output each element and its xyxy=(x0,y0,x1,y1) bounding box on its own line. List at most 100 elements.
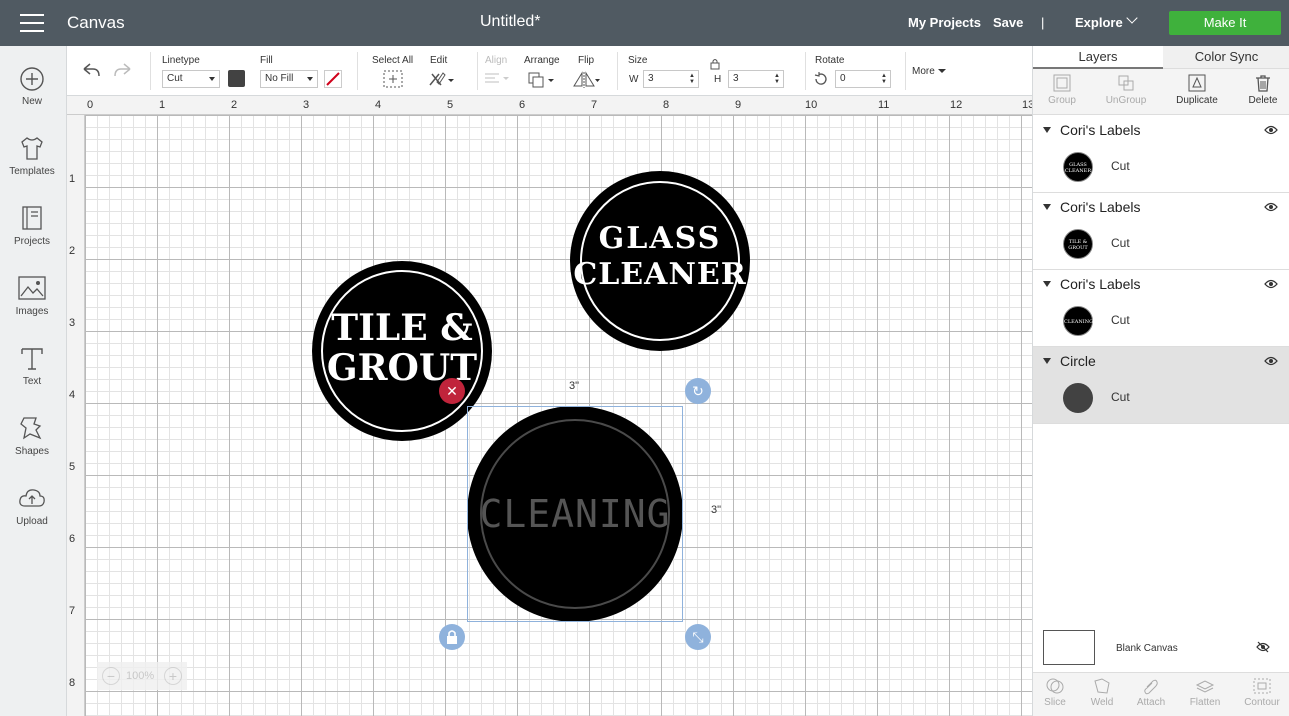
ruler-tick-label: 5 xyxy=(69,461,76,473)
sidebar-item-images[interactable]: Images xyxy=(0,274,64,317)
sidebar-item-projects[interactable]: Projects xyxy=(0,204,64,247)
sidebar-item-templates[interactable]: Templates xyxy=(0,134,64,177)
layer-thumbnail: GLASS CLEANER xyxy=(1063,152,1093,182)
caret-down-icon[interactable] xyxy=(1043,127,1051,133)
zoom-out-icon[interactable]: − xyxy=(102,667,120,685)
blank-canvas-row[interactable]: Blank Canvas xyxy=(1033,620,1289,670)
layer-group[interactable]: Cori's Labels GLASS CLEANER Cut xyxy=(1033,116,1289,193)
tab-color-sync[interactable]: Color Sync xyxy=(1163,46,1289,69)
blank-canvas-swatch[interactable] xyxy=(1043,630,1095,665)
sidebar-item-label: Shapes xyxy=(15,446,49,457)
design-canvas[interactable]: 0 1 2 3 4 5 6 7 8 9 10 11 12 13 1 2 3 4 … xyxy=(67,96,1032,716)
ruler-tick-label: 6 xyxy=(69,533,76,545)
make-it-button[interactable]: Make It xyxy=(1169,11,1281,35)
left-sidebar: New Templates Projects Images Text Shape… xyxy=(0,46,67,716)
glass-cleaner-label[interactable]: GLASS CLEANER xyxy=(570,171,750,351)
fill-select[interactable]: No Fill xyxy=(260,70,318,88)
edit-toolbar: Linetype Cut Fill No Fill Select All Edi… xyxy=(67,46,1032,96)
ruler-tick-label: 2 xyxy=(231,99,238,111)
contour-button[interactable]: Contour xyxy=(1237,677,1287,708)
blank-canvas-label: Blank Canvas xyxy=(1116,643,1178,654)
ruler-horizontal: 0 1 2 3 4 5 6 7 8 9 10 11 12 13 xyxy=(67,96,1032,115)
group-label: Group xyxy=(1048,95,1076,106)
layer-group[interactable]: Cori's Labels TILE & GROUT Cut xyxy=(1033,193,1289,270)
sidebar-item-new[interactable]: New xyxy=(0,66,64,107)
thumbnail-text: GLASS CLEANER xyxy=(1064,162,1092,174)
eye-icon[interactable] xyxy=(1264,279,1278,289)
eye-icon[interactable] xyxy=(1264,202,1278,212)
trash-icon xyxy=(1256,75,1270,92)
sidebar-item-upload[interactable]: Upload xyxy=(0,484,64,527)
toolbar-separator xyxy=(357,52,358,90)
weld-icon xyxy=(1094,678,1110,694)
slice-icon xyxy=(1046,678,1064,694)
flatten-icon xyxy=(1195,680,1215,693)
select-all-icon[interactable] xyxy=(383,70,403,88)
rotate-input[interactable]: 0 ▲ ▼ xyxy=(835,70,891,88)
save-link[interactable]: Save xyxy=(993,15,1023,30)
caret-down-icon[interactable] xyxy=(1043,204,1051,210)
lock-icon[interactable] xyxy=(710,58,720,70)
flip-icon[interactable] xyxy=(572,71,602,89)
text-icon xyxy=(21,348,43,370)
eye-hidden-icon[interactable] xyxy=(1256,641,1270,653)
layer-group[interactable]: Cori's Labels CLEANING Cut xyxy=(1033,270,1289,347)
caret-down-icon[interactable] xyxy=(1043,281,1051,287)
eye-icon[interactable] xyxy=(1264,125,1278,135)
resize-handle-icon[interactable]: ⤡ xyxy=(685,624,711,650)
flatten-button[interactable]: Flatten xyxy=(1180,677,1230,708)
weld-button[interactable]: Weld xyxy=(1077,677,1127,708)
toolbar-separator xyxy=(805,52,806,90)
tile-grout-label[interactable]: TILE & GROUT xyxy=(312,261,492,441)
sidebar-item-shapes[interactable]: Shapes xyxy=(0,414,64,457)
layer-thumbnail xyxy=(1063,383,1093,413)
undo-icon[interactable] xyxy=(81,62,101,78)
arrange-icon[interactable] xyxy=(527,71,557,89)
paperclip-icon xyxy=(1144,679,1158,695)
select-all-label: Select All xyxy=(372,55,414,66)
fill-value: No Fill xyxy=(265,73,294,84)
book-icon xyxy=(22,206,42,230)
group-icon xyxy=(1053,74,1071,92)
menu-icon[interactable] xyxy=(20,14,44,32)
group-button[interactable]: Group xyxy=(1030,73,1094,106)
width-input[interactable]: 3 ▲ ▼ xyxy=(643,70,699,88)
sidebar-item-text[interactable]: Text xyxy=(0,344,64,387)
my-projects-link[interactable]: My Projects xyxy=(908,15,981,30)
no-fill-swatch-icon[interactable] xyxy=(324,70,342,88)
redo-icon[interactable] xyxy=(113,62,133,78)
linetype-color-swatch[interactable] xyxy=(228,70,245,87)
more-menu[interactable]: More xyxy=(912,66,946,77)
layers-panel: Layers Color Sync Group UnGroup Duplicat… xyxy=(1032,46,1289,716)
eye-icon[interactable] xyxy=(1264,356,1278,366)
attach-button[interactable]: Attach xyxy=(1126,677,1176,708)
slice-label: Slice xyxy=(1044,697,1066,708)
delete-handle-icon[interactable]: ✕ xyxy=(439,378,465,404)
ungroup-button[interactable]: UnGroup xyxy=(1094,73,1158,106)
height-input[interactable]: 3 ▲ ▼ xyxy=(728,70,784,88)
sidebar-item-label: Text xyxy=(22,376,42,387)
zoom-in-icon[interactable]: + xyxy=(164,667,182,685)
label-text-line2: GROUT xyxy=(326,347,478,389)
slice-button[interactable]: Slice xyxy=(1030,677,1080,708)
layer-name: Cori's Labels xyxy=(1060,122,1141,138)
zoom-level: 100% xyxy=(126,670,155,682)
chevron-down-icon[interactable] xyxy=(1126,12,1138,24)
lock-handle-icon[interactable] xyxy=(439,624,465,650)
tab-layers[interactable]: Layers xyxy=(1033,46,1163,69)
width-value: 3 xyxy=(648,73,654,84)
caret-down-icon[interactable] xyxy=(1043,358,1051,364)
layer-operation: Cut xyxy=(1111,390,1130,404)
explore-menu[interactable]: Explore xyxy=(1075,15,1123,30)
ruler-tick-label: 11 xyxy=(878,99,890,111)
align-icon[interactable] xyxy=(483,72,511,86)
rotate-handle-icon[interactable]: ↻ xyxy=(685,378,711,404)
edit-tools-icon[interactable] xyxy=(427,70,455,88)
align-label: Align xyxy=(485,55,508,66)
linetype-label: Linetype xyxy=(162,55,200,66)
duplicate-button[interactable]: Duplicate xyxy=(1165,73,1229,106)
delete-button[interactable]: Delete xyxy=(1231,73,1289,106)
layer-group-selected[interactable]: Circle Cut xyxy=(1033,347,1289,424)
weld-label: Weld xyxy=(1090,697,1114,708)
linetype-select[interactable]: Cut xyxy=(162,70,220,88)
